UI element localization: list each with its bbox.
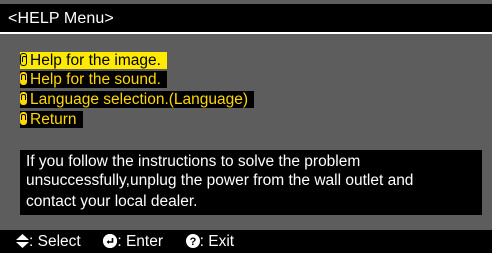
menu-item-language[interactable]: Language selection.(Language) — [20, 91, 255, 108]
help-menu-window: <HELP Menu> Help for the image. Help for… — [0, 0, 492, 253]
exit-hint: : Exit — [199, 233, 235, 250]
enter-hint: : Enter — [117, 233, 163, 250]
up-down-arrow-icon — [16, 232, 29, 255]
select-hint: : Select — [29, 233, 81, 250]
menu-item-label: Language selection.(Language) — [30, 91, 249, 108]
menu-marker-icon — [20, 92, 27, 105]
enter-icon — [103, 234, 118, 248]
menu-item-label: Help for the image. — [30, 52, 161, 69]
message-line: contact your local dealer. — [26, 193, 198, 210]
menu-item-label: Help for the sound. — [30, 71, 161, 88]
menu-item-return[interactable]: Return — [20, 111, 83, 128]
menu-item-help-sound[interactable]: Help for the sound. — [20, 71, 167, 88]
help-message-panel: If you follow the instructions to solve … — [20, 150, 482, 215]
menu-marker-icon — [20, 112, 27, 125]
key-guide-bar: : Select : Enter ? : Exit — [0, 230, 492, 253]
title-divider — [0, 32, 492, 34]
title-bar: <HELP Menu> — [0, 4, 492, 32]
menu-marker-icon — [20, 53, 27, 66]
menu-item-label: Return — [30, 111, 77, 128]
menu-marker-icon — [20, 72, 27, 85]
menu-item-help-image[interactable]: Help for the image. — [20, 52, 167, 69]
svg-text:?: ? — [189, 236, 196, 248]
help-icon: ? — [185, 232, 200, 255]
menu-title: <HELP Menu> — [8, 10, 114, 27]
message-line: If you follow the instructions to solve … — [26, 153, 361, 170]
message-line: unsuccessfully,unplug the power from the… — [26, 172, 414, 189]
